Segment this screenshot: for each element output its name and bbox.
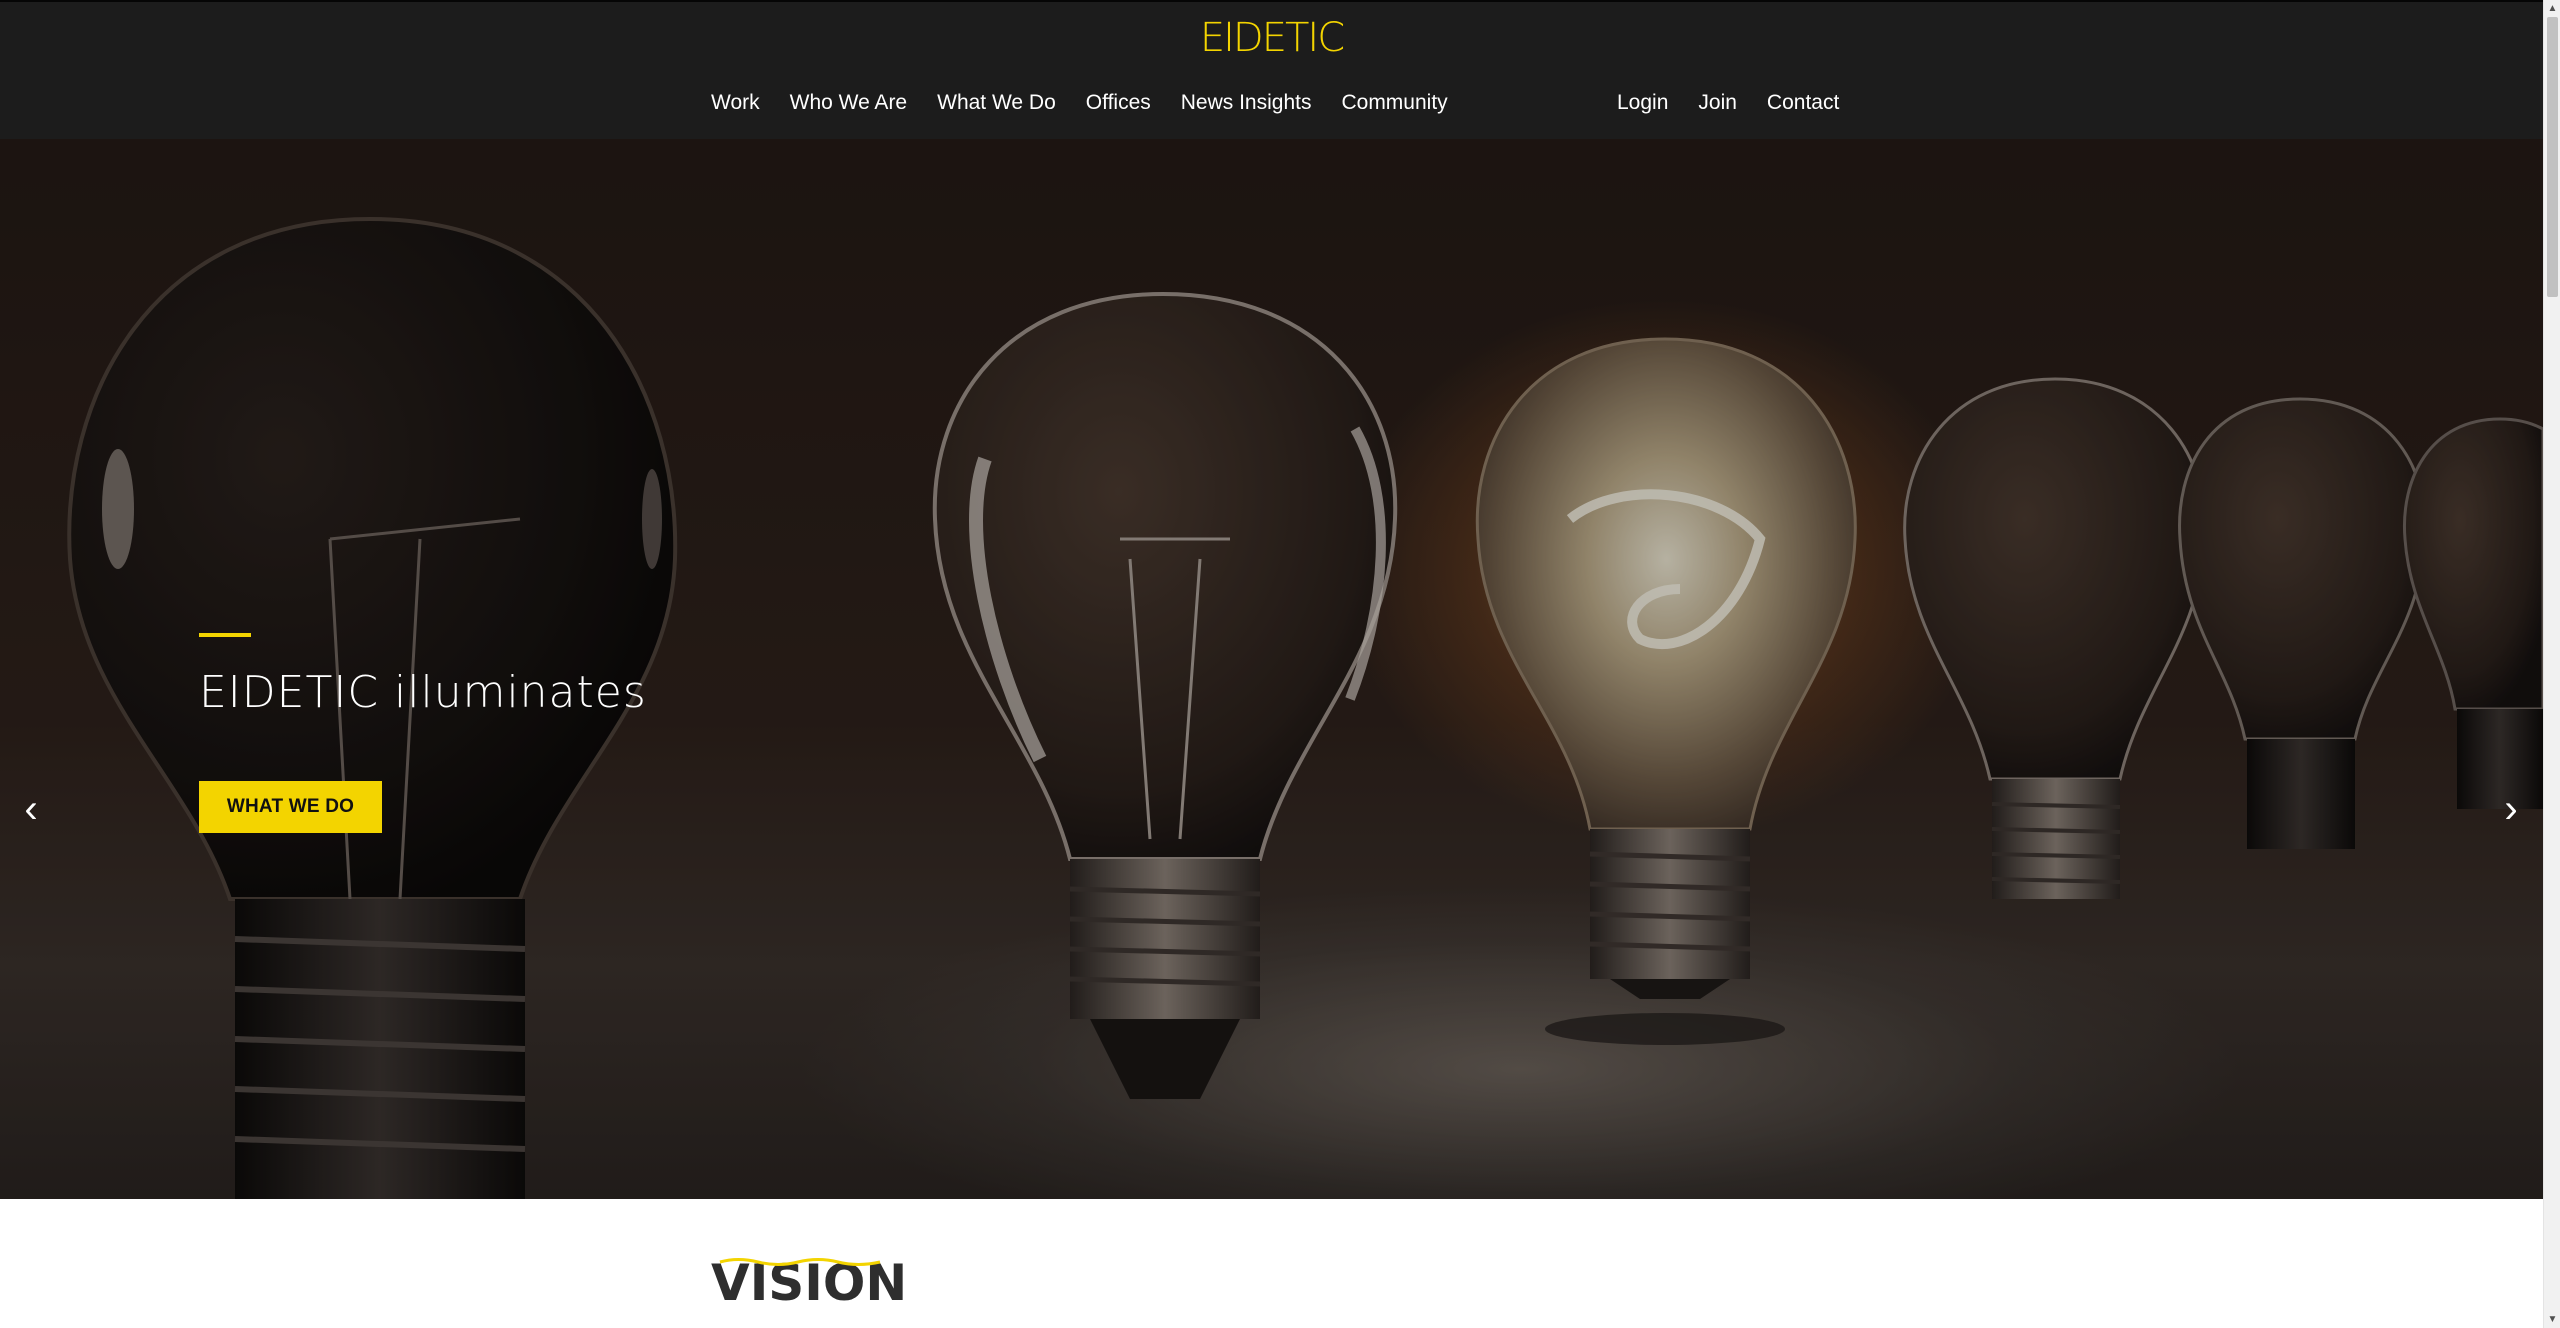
scroll-up-arrow-icon[interactable]: ▲ [2544, 0, 2560, 17]
nav-item-who-we-are[interactable]: Who We Are [790, 91, 908, 115]
what-we-do-button[interactable]: WHAT WE DO [199, 781, 382, 833]
nav-item-offices[interactable]: Offices [1086, 91, 1151, 115]
vision-underline-decoration [719, 1258, 881, 1266]
nav-item-what-we-do[interactable]: What We Do [937, 91, 1056, 115]
chevron-right-icon[interactable]: › [2496, 789, 2526, 829]
nav-item-work[interactable]: Work [711, 91, 760, 115]
nav-item-news-insights[interactable]: News Insights [1181, 91, 1312, 115]
nav-item-community[interactable]: Community [1341, 91, 1447, 115]
page: EIDETIC Work Who We Are What We Do Offic… [0, 0, 2560, 1328]
account-nav: Login Join Contact [1617, 86, 1839, 120]
scrollbar-thumb[interactable] [2547, 17, 2558, 297]
hero-title: EIDETIC illuminates [199, 667, 647, 718]
nav-item-join[interactable]: Join [1698, 91, 1737, 115]
hero-accent-line [199, 633, 251, 637]
chevron-left-icon[interactable]: ‹ [16, 789, 46, 829]
hero-carousel: EIDETIC illuminates WHAT WE DO ‹ › [0, 139, 2543, 1199]
logo[interactable]: EIDETIC [0, 16, 2543, 60]
nav-item-contact[interactable]: Contact [1767, 91, 1839, 115]
main-nav: Work Who We Are What We Do Offices News … [711, 86, 1448, 120]
page-scrollbar[interactable]: ▲ ▼ [2543, 0, 2560, 1328]
scroll-down-arrow-icon[interactable]: ▼ [2544, 1311, 2560, 1328]
site-header: EIDETIC Work Who We Are What We Do Offic… [0, 0, 2543, 139]
nav-item-login[interactable]: Login [1617, 91, 1668, 115]
